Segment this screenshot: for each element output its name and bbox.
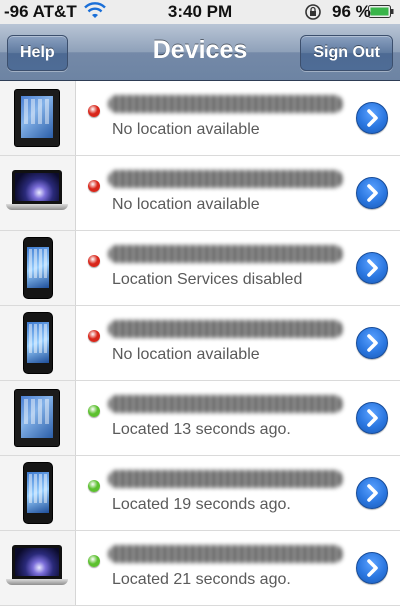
- online-status-dot: [88, 480, 100, 492]
- device-location-status: No location available: [112, 346, 260, 363]
- offline-status-dot: [88, 105, 100, 117]
- detail-disclosure-icon[interactable]: [356, 402, 388, 434]
- status-bar: -96 AT&T 3:40 PM 96 %: [0, 0, 400, 25]
- device-thumbnail: [0, 306, 76, 380]
- device-location-status: Location Services disabled: [112, 271, 303, 288]
- macbook-icon: [6, 545, 68, 591]
- device-list: No location available No location availab…: [0, 81, 400, 606]
- detail-disclosure-icon[interactable]: [356, 252, 388, 284]
- device-thumbnail: [0, 381, 76, 455]
- device-location-status: No location available: [112, 196, 260, 213]
- device-location-status: No location available: [112, 121, 260, 138]
- iphone-icon: [23, 237, 53, 299]
- device-thumbnail: [0, 231, 76, 305]
- device-thumbnail: [0, 531, 76, 605]
- offline-status-dot: [88, 255, 100, 267]
- device-row[interactable]: Located 13 seconds ago.: [0, 381, 400, 456]
- detail-disclosure-icon[interactable]: [356, 177, 388, 209]
- iphone-icon: [23, 312, 53, 374]
- detail-disclosure-icon[interactable]: [356, 477, 388, 509]
- device-row[interactable]: Located 19 seconds ago.: [0, 456, 400, 531]
- rotation-lock-icon: [304, 3, 322, 21]
- device-row[interactable]: No location available: [0, 306, 400, 381]
- macbook-icon: [6, 170, 68, 216]
- device-location-status: Located 13 seconds ago.: [112, 421, 291, 438]
- ipad-icon: [14, 389, 60, 447]
- device-location-status: Located 19 seconds ago.: [112, 496, 291, 513]
- device-location-status: Located 21 seconds ago.: [112, 571, 291, 588]
- offline-status-dot: [88, 330, 100, 342]
- online-status-dot: [88, 555, 100, 567]
- device-row[interactable]: No location available: [0, 156, 400, 231]
- device-thumbnail: [0, 456, 76, 530]
- battery-percent: 96 %: [332, 2, 371, 21]
- online-status-dot: [88, 405, 100, 417]
- sign-out-button[interactable]: Sign Out: [300, 35, 393, 71]
- redacted-device-name: [108, 245, 343, 263]
- device-thumbnail: [0, 81, 76, 155]
- redacted-device-name: [108, 170, 343, 188]
- offline-status-dot: [88, 180, 100, 192]
- redacted-device-name: [108, 395, 343, 413]
- iphone-icon: [23, 462, 53, 524]
- device-row[interactable]: Location Services disabled: [0, 231, 400, 306]
- device-row[interactable]: Located 21 seconds ago.: [0, 531, 400, 606]
- battery-icon: [368, 5, 394, 18]
- ipad-icon: [14, 89, 60, 147]
- redacted-device-name: [108, 95, 343, 113]
- device-row[interactable]: No location available: [0, 81, 400, 156]
- navigation-bar: Help Devices Sign Out: [0, 24, 400, 81]
- detail-disclosure-icon[interactable]: [356, 327, 388, 359]
- redacted-device-name: [108, 545, 343, 563]
- detail-disclosure-icon[interactable]: [356, 102, 388, 134]
- detail-disclosure-icon[interactable]: [356, 552, 388, 584]
- device-thumbnail: [0, 156, 76, 230]
- redacted-device-name: [108, 470, 343, 488]
- redacted-device-name: [108, 320, 343, 338]
